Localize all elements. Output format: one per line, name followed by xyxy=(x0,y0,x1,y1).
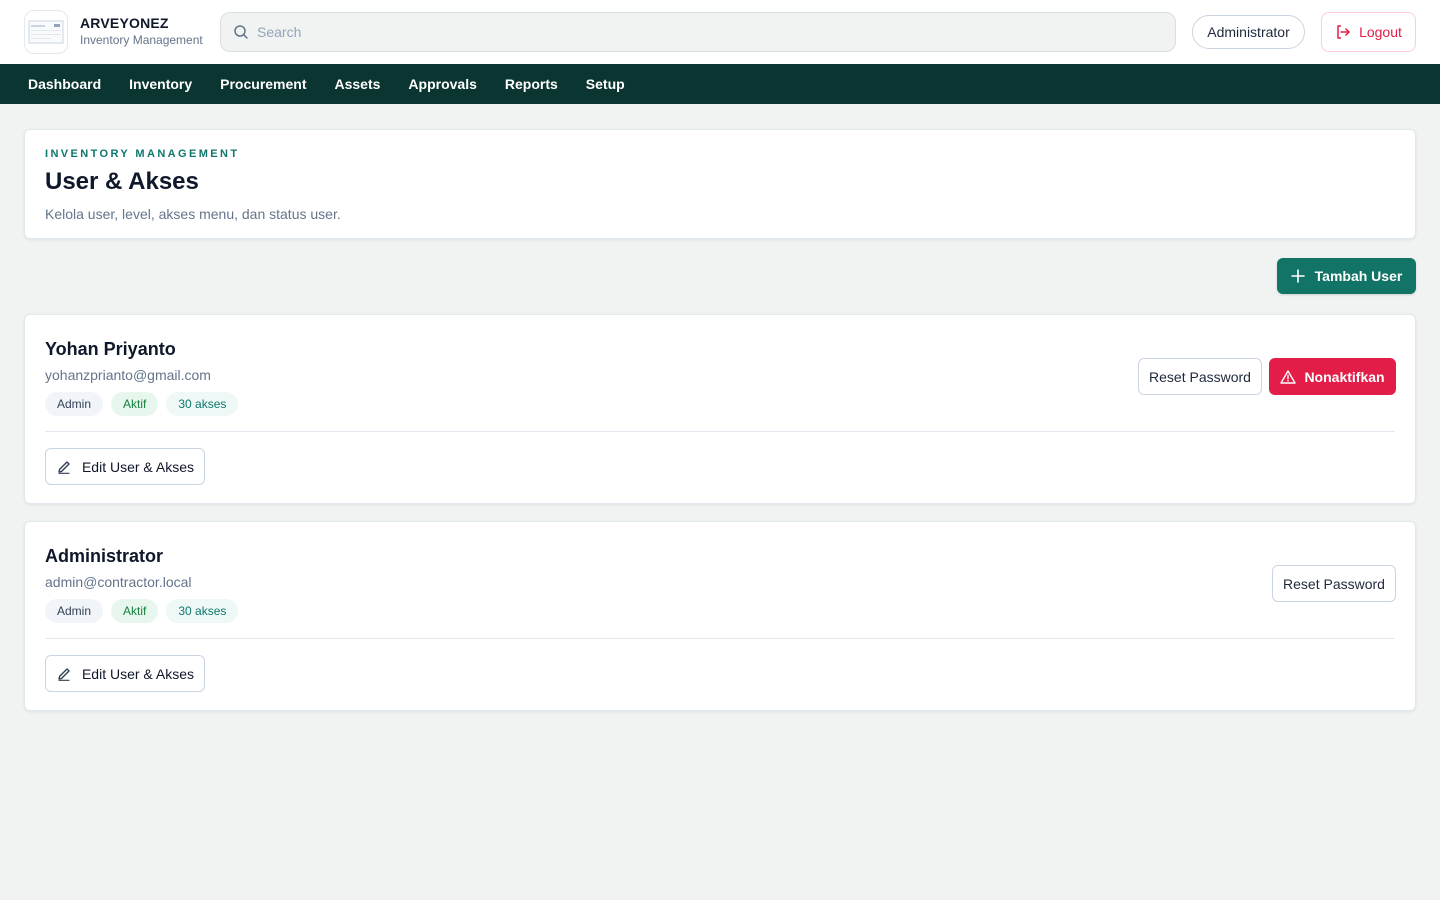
edit-user-button[interactable]: Edit User & Akses xyxy=(45,448,205,485)
user-badges: Admin Aktif 30 akses xyxy=(45,392,239,416)
card-divider xyxy=(45,431,1395,432)
plus-icon xyxy=(1290,269,1305,283)
nav-item-assets[interactable]: Assets xyxy=(335,76,381,92)
nav-item-reports[interactable]: Reports xyxy=(505,76,558,92)
top-bar: ARVEYONEZ Inventory Management Administr… xyxy=(0,0,1440,64)
page-eyebrow: INVENTORY MANAGEMENT xyxy=(45,148,240,160)
page-title: User & Akses xyxy=(45,168,199,195)
main-nav: Dashboard Inventory Procurement Assets A… xyxy=(0,64,1440,104)
status-badge: Aktif xyxy=(111,599,159,623)
add-user-label: Tambah User xyxy=(1314,268,1403,284)
access-count-badge: 30 akses xyxy=(166,599,239,623)
edit-user-label: Edit User & Akses xyxy=(81,665,195,682)
logout-button[interactable]: Logout xyxy=(1321,12,1416,52)
user-email: yohanzprianto@gmail.com xyxy=(45,367,211,383)
user-name: Administrator xyxy=(45,546,164,566)
nav-item-inventory[interactable]: Inventory xyxy=(129,76,192,92)
user-card: Yohan Priyanto yohanzprianto@gmail.com A… xyxy=(24,314,1416,504)
add-user-button[interactable]: Tambah User xyxy=(1277,258,1416,294)
nav-item-dashboard[interactable]: Dashboard xyxy=(28,76,101,92)
brand-name: ARVEYONEZ xyxy=(80,15,169,31)
search-box[interactable] xyxy=(220,12,1176,52)
nav-item-setup[interactable]: Setup xyxy=(586,76,625,92)
search-input[interactable] xyxy=(257,24,1137,40)
pencil-icon xyxy=(58,460,70,474)
user-email: admin@contractor.local xyxy=(45,574,192,590)
role-badge: Admin xyxy=(45,599,104,623)
reset-password-button[interactable]: Reset Password xyxy=(1272,565,1396,602)
role-badge: Admin xyxy=(45,392,104,416)
page-description: Kelola user, level, akses menu, dan stat… xyxy=(45,206,341,222)
app-logo[interactable] xyxy=(24,10,68,54)
search-icon xyxy=(234,25,248,39)
deactivate-button[interactable]: Nonaktifkan xyxy=(1269,358,1396,395)
logo-icon xyxy=(28,20,64,44)
user-card: Administrator admin@contractor.local Adm… xyxy=(24,521,1416,711)
deactivate-label: Nonaktifkan xyxy=(1304,368,1385,385)
logout-label: Logout xyxy=(1359,24,1402,40)
nav-item-approvals[interactable]: Approvals xyxy=(408,76,476,92)
card-divider xyxy=(45,638,1395,639)
user-menu-button[interactable]: Administrator xyxy=(1192,15,1305,49)
brand-subtitle: Inventory Management xyxy=(80,33,203,47)
user-name: Yohan Priyanto xyxy=(45,339,176,359)
edit-user-label: Edit User & Akses xyxy=(81,458,195,475)
user-badges: Admin Aktif 30 akses xyxy=(45,599,239,623)
brand: ARVEYONEZ Inventory Management xyxy=(80,15,203,47)
edit-user-button[interactable]: Edit User & Akses xyxy=(45,655,205,692)
status-badge: Aktif xyxy=(111,392,159,416)
nav-item-procurement[interactable]: Procurement xyxy=(220,76,306,92)
reset-password-button[interactable]: Reset Password xyxy=(1138,358,1262,395)
page-header-card: INVENTORY MANAGEMENT User & Akses Kelola… xyxy=(24,129,1416,239)
pencil-icon xyxy=(58,667,70,681)
access-count-badge: 30 akses xyxy=(166,392,239,416)
logout-icon xyxy=(1337,25,1350,39)
warning-icon xyxy=(1280,369,1297,384)
